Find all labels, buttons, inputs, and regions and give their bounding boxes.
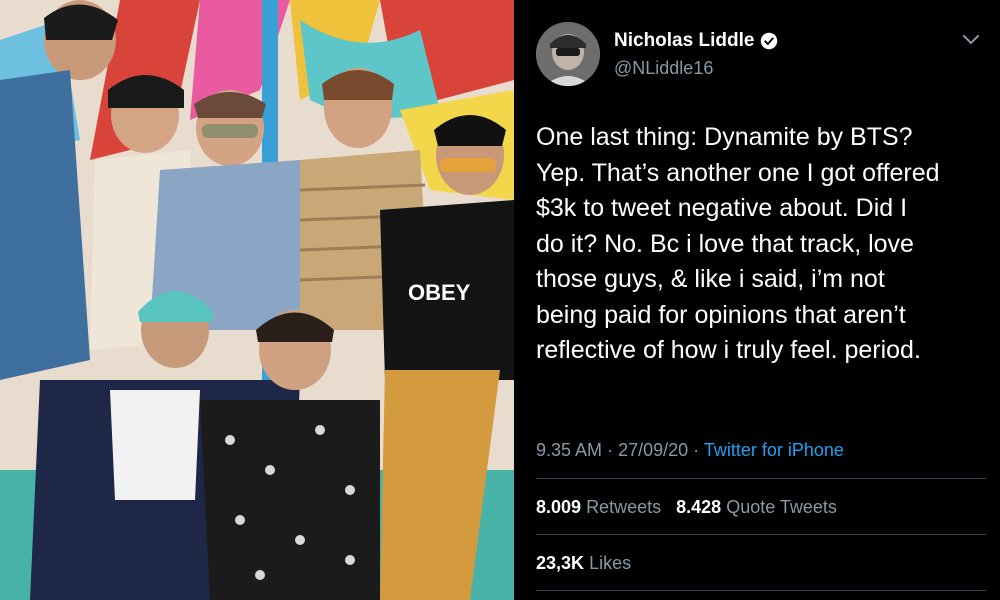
retweets-count: 8.009 [536,497,582,517]
quote-tweets-stat[interactable]: 8.428 Quote Tweets [676,497,837,517]
likes-count: 23,3K [536,553,585,573]
likes-row: 23,3K Likes [536,553,631,574]
retweets-label: Retweets [586,497,662,517]
divider [536,534,986,535]
meta-separator: · [693,440,700,460]
tweet-time: 9.35 AM [536,440,603,460]
tweet-card: Nicholas Liddle @NLiddle16 One last thin… [514,0,1000,600]
retweets-stat[interactable]: 8.009 Retweets [536,497,666,517]
quote-tweets-count: 8.428 [676,497,722,517]
divider [536,590,986,591]
user-avatar[interactable] [536,22,600,86]
group-photo: OBEY [0,0,514,600]
tweet-date: 27/09/20 [618,440,689,460]
chevron-down-icon[interactable] [962,34,980,46]
group-photo-illustration: OBEY [0,0,514,600]
avatar-image [536,22,600,86]
likes-stat[interactable]: 23,3K Likes [536,553,631,573]
divider [536,478,986,479]
quote-tweets-label: Quote Tweets [726,497,837,517]
name-row: Nicholas Liddle [614,30,778,52]
display-name[interactable]: Nicholas Liddle [614,30,754,52]
user-handle[interactable]: @NLiddle16 [614,58,713,79]
tweet-source-link[interactable]: Twitter for iPhone [704,440,844,460]
verified-badge-icon [761,32,778,50]
meta-separator: · [607,440,614,460]
tweet-meta: 9.35 AM · 27/09/20 · Twitter for iPhone [536,440,844,461]
likes-label: Likes [589,553,632,573]
engagement-row: 8.009 Retweets 8.428 Quote Tweets [536,497,837,518]
shirt-text: OBEY [408,280,471,305]
tweet-text: One last thing: Dynamite by BTS? Yep. Th… [536,123,940,364]
